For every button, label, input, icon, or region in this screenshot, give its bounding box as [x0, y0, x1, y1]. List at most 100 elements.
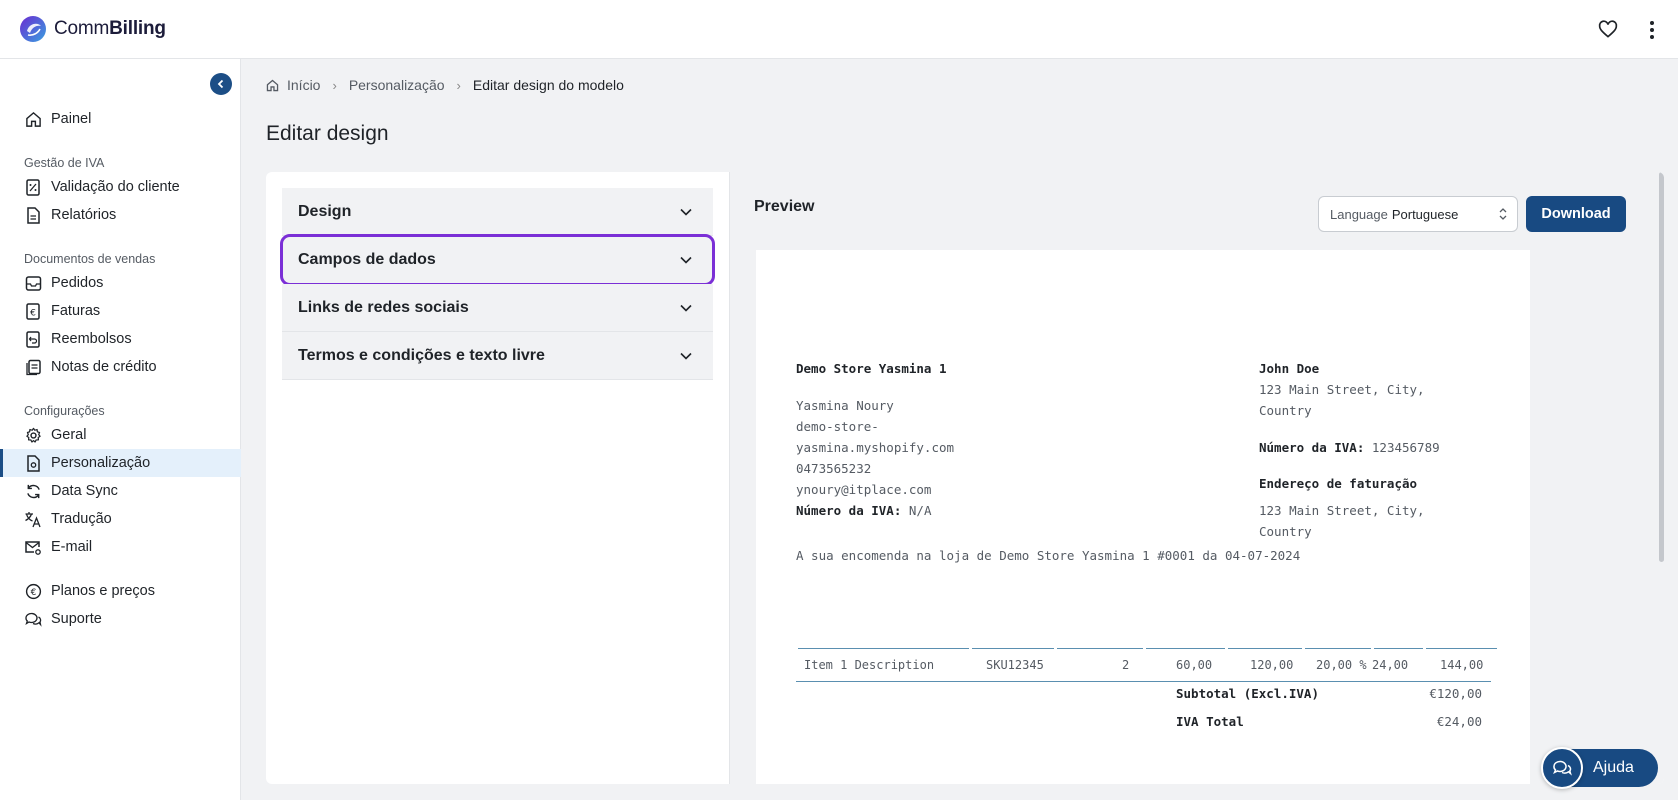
invoice-customer-name: John Doe: [1259, 361, 1320, 376]
sidebar-item-label: Validação do cliente: [51, 179, 180, 195]
accordion-termos-condicoes[interactable]: Termos e condições e texto livre: [282, 332, 713, 380]
line-item-vat-amount: 24,00: [1372, 658, 1409, 672]
table-bottom-rule: [796, 681, 1491, 682]
sidebar-item-notas-credito[interactable]: Notas de crédito: [0, 353, 241, 381]
line-item-unit-price: 60,00: [1176, 658, 1213, 672]
accordion-design[interactable]: Design: [282, 188, 713, 236]
favorite-heart-icon[interactable]: [1596, 18, 1620, 42]
line-item-description: Item 1 Description: [804, 658, 935, 672]
nav-group-config: Configurações Geral Personalização Data …: [0, 401, 241, 561]
settings-pane: Design Campos de dados Links de redes so…: [266, 172, 730, 784]
nav-heading-config: Configurações: [24, 404, 105, 418]
language-select-value: Portuguese: [1391, 206, 1459, 222]
gear-icon: [24, 426, 42, 444]
sidebar-item-personalizacao[interactable]: Personalização: [0, 449, 241, 477]
sidebar-item-label: Relatórios: [51, 207, 117, 223]
select-arrows-icon: [1499, 208, 1507, 220]
sidebar-item-label: Data Sync: [51, 483, 118, 499]
line-item-net: 120,00: [1250, 658, 1294, 672]
document-icon: [24, 206, 42, 224]
invoice-store-line: demo-store-: [796, 419, 879, 434]
sidebar-item-label: Planos e preços: [51, 583, 155, 599]
invoice-billing-address: Country: [1259, 524, 1312, 539]
sidebar-item-pedidos[interactable]: Pedidos: [0, 269, 241, 297]
download-button[interactable]: Download: [1526, 196, 1626, 232]
sidebar-item-label: E-mail: [51, 539, 93, 555]
svg-text:€: €: [30, 308, 36, 318]
collapse-sidebar-button[interactable]: [210, 73, 232, 95]
sidebar-item-traducao[interactable]: Tradução: [0, 505, 241, 533]
sidebar-item-label: Personalização: [51, 455, 151, 471]
invoice-billing-address: 123 Main Street, City,: [1259, 503, 1425, 518]
invoice-customer-address: 123 Main Street, City,: [1259, 382, 1425, 397]
chat-icon: [24, 610, 42, 628]
chat-icon: [1541, 747, 1583, 789]
editor-card: Design Campos de dados Links de redes so…: [266, 172, 1664, 784]
invoice-store-line: ynoury@itplace.com: [796, 482, 932, 497]
sidebar-item-label: Suporte: [51, 611, 102, 627]
line-item-sku: SKU12345: [986, 658, 1044, 672]
refund-icon: [24, 330, 42, 348]
accordion-label: Campos de dados: [298, 250, 436, 268]
sidebar-item-email[interactable]: E-mail: [0, 533, 241, 561]
nav-group-extra: € Planos e preços Suporte: [0, 577, 241, 633]
more-options-icon[interactable]: [1640, 18, 1664, 42]
help-button[interactable]: Ajuda: [1541, 747, 1658, 789]
accordion-label: Links de redes sociais: [298, 298, 469, 316]
sidebar-item-label: Faturas: [51, 303, 101, 319]
invoice-preview: Demo Store Yasmina 1 Yasmina Noury demo-…: [756, 250, 1530, 784]
breadcrumb-section[interactable]: Personalização: [349, 77, 445, 93]
breadcrumb-home[interactable]: Início: [287, 77, 320, 93]
subtotal-label: Subtotal (Excl.IVA): [1176, 686, 1319, 701]
chevron-right-icon: ›: [332, 77, 337, 93]
brand-name: CommBilling: [54, 18, 166, 39]
chevron-down-icon: [680, 352, 692, 360]
home-icon: [24, 110, 42, 128]
language-select[interactable]: Language Portuguese: [1318, 196, 1518, 232]
sidebar: Painel Gestão de IVA Validação do client…: [0, 59, 241, 800]
nav-group-main: Painel: [0, 105, 241, 133]
breadcrumb: Início › Personalização › Editar design …: [266, 75, 624, 95]
preview-pane: Preview Language Portuguese Download Dem…: [730, 172, 1664, 784]
brand[interactable]: CommBilling: [18, 14, 166, 44]
sidebar-item-planos[interactable]: € Planos e preços: [0, 577, 241, 605]
translate-icon: [24, 510, 42, 528]
chevron-down-icon: [680, 304, 692, 312]
nav-heading-vendas: Documentos de vendas: [24, 252, 156, 266]
line-item-total: 144,00: [1440, 658, 1484, 672]
accordion-campos-de-dados[interactable]: Campos de dados: [280, 234, 715, 286]
sidebar-item-relatorios[interactable]: Relatórios: [0, 201, 241, 229]
accordion-links-redes-sociais[interactable]: Links de redes sociais: [282, 284, 713, 332]
line-item-qty: 2: [1122, 658, 1130, 672]
invoice-billing-label: Endereço de faturação: [1259, 476, 1418, 491]
sidebar-item-label: Tradução: [51, 511, 112, 527]
mail-settings-icon: [24, 538, 42, 556]
invoice-customer-vat: Número da IVA: 123456789: [1259, 440, 1440, 455]
nav-heading-iva: Gestão de IVA: [24, 156, 105, 170]
accordion-label: Design: [298, 202, 352, 220]
percent-document-icon: [24, 178, 42, 196]
home-icon: [266, 79, 279, 91]
preview-scrollbar[interactable]: [1659, 172, 1664, 562]
sidebar-item-validacao[interactable]: Validação do cliente: [0, 173, 241, 201]
sidebar-item-reembolsos[interactable]: Reembolsos: [0, 325, 241, 353]
sidebar-item-label: Geral: [51, 427, 87, 443]
sidebar-item-data-sync[interactable]: Data Sync: [0, 477, 241, 505]
sidebar-item-suporte[interactable]: Suporte: [0, 605, 241, 633]
chevron-left-icon: [217, 79, 224, 89]
sidebar-item-geral[interactable]: Geral: [0, 421, 241, 449]
sidebar-item-faturas[interactable]: € Faturas: [0, 297, 241, 325]
chevron-down-icon: [680, 208, 692, 216]
sidebar-item-label: Pedidos: [51, 275, 104, 291]
svg-text:€: €: [30, 587, 36, 597]
sidebar-item-painel[interactable]: Painel: [0, 105, 241, 133]
euro-circle-icon: €: [24, 582, 42, 600]
commbilling-logo-icon: [20, 16, 46, 42]
invoice-store-line: Yasmina Noury: [796, 398, 894, 413]
inbox-icon: [24, 274, 42, 292]
vat-total-label: IVA Total: [1176, 714, 1244, 729]
invoice-store-line: yasmina.myshopify.com: [796, 440, 955, 455]
top-bar: CommBilling: [0, 0, 1678, 59]
page-title: Editar design: [266, 122, 389, 145]
accordion-label: Termos e condições e texto livre: [298, 346, 545, 364]
